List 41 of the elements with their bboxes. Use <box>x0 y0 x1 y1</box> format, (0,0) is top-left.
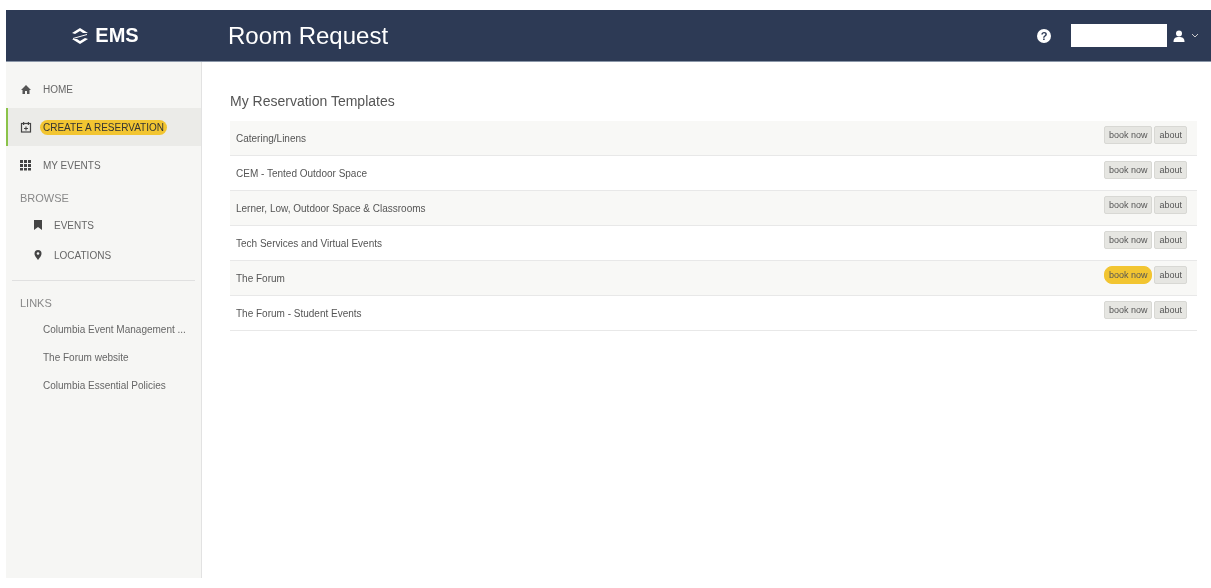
about-button[interactable]: about <box>1154 161 1187 179</box>
grid-icon <box>20 159 32 171</box>
template-name: The Forum <box>236 272 286 284</box>
highlighted-label: CREATE A RESERVATION <box>40 119 167 135</box>
book-now-button[interactable]: book now <box>1103 196 1153 214</box>
user-icon <box>1173 29 1185 42</box>
about-button[interactable]: about <box>1154 266 1187 284</box>
template-name: Tech Services and Virtual Events <box>236 237 383 249</box>
location-pin-icon <box>32 249 44 261</box>
template-name: CEM - Tented Outdoor Space <box>236 167 368 179</box>
nav-item[interactable]: MY EVENTS <box>6 146 201 184</box>
nav-link[interactable]: LOCATIONS <box>54 249 112 261</box>
home-icon <box>20 83 32 95</box>
nav-link[interactable]: EVENTS <box>54 219 94 231</box>
book-now-button[interactable]: book now <box>1103 301 1153 319</box>
about-button[interactable]: about <box>1154 126 1187 144</box>
section-heading: LINKS <box>19 296 53 311</box>
about-button[interactable]: about <box>1154 196 1187 214</box>
bookmark-icon <box>32 219 44 231</box>
sidebar-link[interactable]: Columbia Essential Policies <box>6 371 201 399</box>
book-now-button[interactable]: book now <box>1103 161 1153 179</box>
sidebar-link[interactable]: The Forum website <box>6 343 201 371</box>
sidebar-link[interactable]: Columbia Event Management ... <box>6 315 201 343</box>
nav-item[interactable]: CREATE A RESERVATION <box>6 108 201 146</box>
template-name: Catering/Linens <box>236 132 308 144</box>
template-name: Lerner, Low, Outdoor Space & Classrooms <box>236 202 427 214</box>
book-now-button[interactable]: book now <box>1103 231 1153 249</box>
nav-item[interactable]: HOME <box>6 70 201 108</box>
section-heading: BROWSE <box>19 191 70 206</box>
about-button[interactable]: about <box>1154 231 1187 249</box>
chevron-down-icon <box>1191 32 1199 39</box>
calendar-icon <box>20 121 32 133</box>
about-button[interactable]: about <box>1154 301 1187 319</box>
logo-text: EMS <box>95 24 139 47</box>
template-name: The Forum - Student Events <box>236 307 363 319</box>
help-icon[interactable]: ? <box>1037 28 1051 43</box>
user-field[interactable] <box>1071 24 1167 47</box>
section-title: My Reservation Templates <box>230 93 396 109</box>
book-now-button[interactable]: book now <box>1103 126 1153 144</box>
book-now-button[interactable]: book now <box>1103 266 1153 284</box>
page-title: Room Request <box>228 21 390 50</box>
